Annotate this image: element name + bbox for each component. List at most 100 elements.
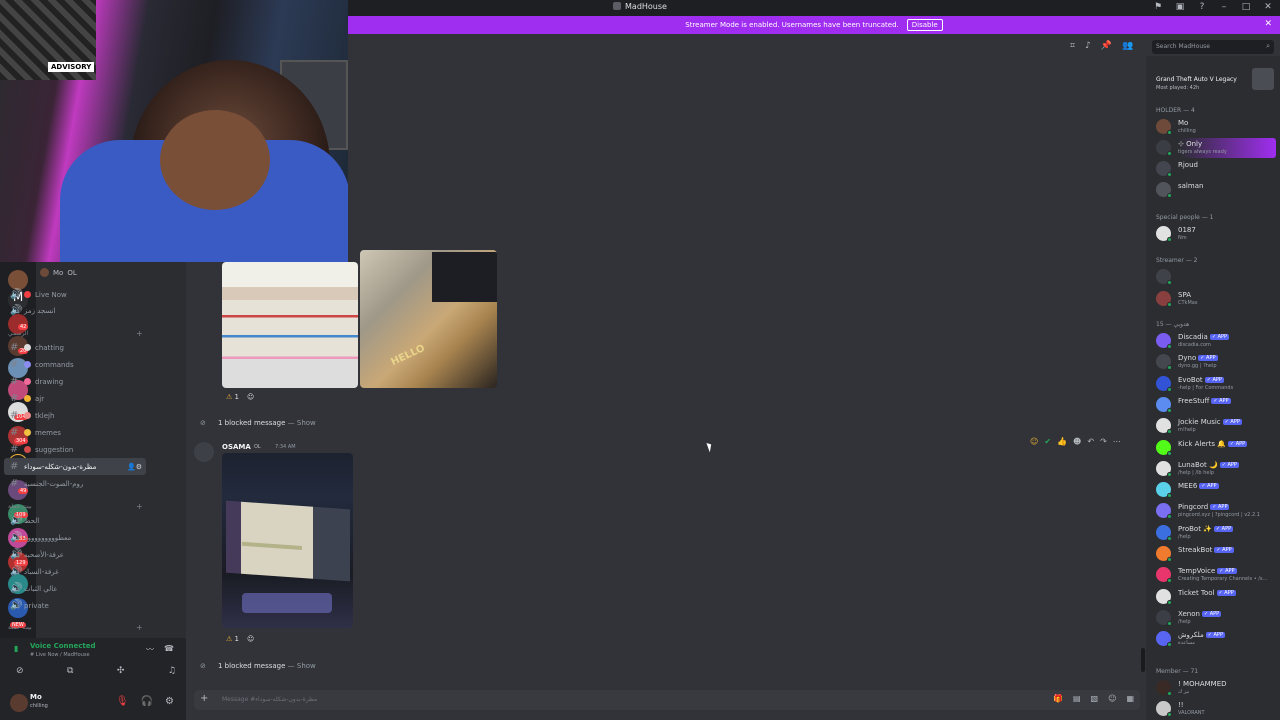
member-item[interactable]: FreeStuff ✓ APP	[1154, 395, 1276, 415]
invite-settings-icon[interactable]: 👤⚙	[127, 463, 142, 471]
noise-suppression-icon[interactable]: 〰	[146, 644, 154, 655]
chat-scrollbar[interactable]	[1141, 648, 1145, 672]
member-item[interactable]: !! VALORANT	[1154, 699, 1276, 719]
member-item[interactable]: Ticket Tool ✓ APP	[1154, 587, 1276, 607]
member-item[interactable]: Pingcord ✓ APP pingcord.xyz | ?pingcord | …	[1154, 501, 1276, 521]
member-item[interactable]: ProBot ✨ ✓ APP/help	[1154, 523, 1276, 543]
gift-icon[interactable]: 🎁	[1053, 694, 1063, 703]
mic-muted-icon[interactable]: 🎙	[116, 696, 129, 707]
channel-live-now[interactable]: 🔊 Live Now	[4, 286, 146, 303]
member-item[interactable]: ⊹ Only tigers always ready	[1154, 138, 1276, 158]
search-input[interactable]: Search MadHouse ⌕	[1152, 40, 1274, 54]
camera-off-icon[interactable]: ⊘	[16, 666, 24, 676]
headphones-muted-icon[interactable]: 🎧	[141, 696, 153, 707]
add-reaction-icon[interactable]: ☺	[247, 635, 254, 643]
activity-card[interactable]: Grand Theft Auto V Legacy Most played: 4…	[1150, 64, 1276, 100]
mute-icon[interactable]: ♪	[1085, 41, 1091, 51]
minimize-icon[interactable]: –	[1218, 2, 1230, 12]
member-item[interactable]: EvoBot ✓ APP -help | For Commands	[1154, 374, 1276, 394]
reaction-pill[interactable]: ⚠ 1	[226, 635, 239, 643]
message-author[interactable]: OSAMA	[222, 443, 251, 451]
show-blocked-button[interactable]: Show	[297, 662, 316, 670]
gif-icon[interactable]: ▤	[1073, 694, 1081, 703]
channel-voice[interactable]: 🔊 عالي الثبات	[4, 580, 146, 597]
inbox-icon[interactable]: ⚑	[1152, 2, 1164, 12]
message-composer[interactable]: + Message #مظرة-بدون-شكله-سوداء 🎁 ▤ ▧ ☺ …	[194, 690, 1140, 710]
reaction-pill[interactable]: ⚠ 1	[226, 393, 239, 401]
image-attachment-box[interactable]: HELLO	[360, 250, 497, 388]
show-blocked-button[interactable]: Show	[297, 419, 316, 427]
member-item[interactable]	[1154, 267, 1276, 287]
add-channel-icon[interactable]: +	[136, 623, 143, 632]
channel-voice[interactable]: 🔊 معطوووووووووه	[4, 529, 146, 546]
avatar[interactable]	[10, 694, 28, 712]
channel-chatting[interactable]: # chatting	[4, 339, 146, 356]
member-item[interactable]: Dyno ✓ APP dyno.gg | ?help	[1154, 352, 1276, 372]
react-emoji-icon[interactable]: ☺	[1030, 437, 1038, 446]
channel-category[interactable]: بيت حملة +	[8, 502, 143, 511]
add-reaction-icon[interactable]: ☺	[247, 393, 254, 401]
member-item[interactable]: 0187 Nm	[1154, 224, 1276, 244]
channel-private[interactable]: 🔊 private	[4, 597, 146, 614]
gear-icon[interactable]: ⚙	[165, 696, 174, 707]
thumbs-up-icon[interactable]: 👍	[1057, 437, 1067, 446]
pin-icon[interactable]: 📌	[1101, 41, 1112, 51]
user-name[interactable]: Mo	[30, 693, 42, 701]
screen-icon[interactable]: ▣	[1174, 2, 1186, 12]
reply-icon[interactable]: ↶	[1087, 437, 1094, 446]
close-window-icon[interactable]: ✕	[1262, 2, 1274, 12]
sticker-icon[interactable]: ▧	[1091, 694, 1099, 703]
top-user[interactable]: Mo OL	[40, 268, 77, 277]
member-item[interactable]: LunaBot 🌙 ✓ APP/help | /lb help	[1154, 459, 1276, 479]
channel-suggestion[interactable]: # suggestion	[4, 441, 146, 458]
soundboard-icon[interactable]: ♫	[168, 666, 176, 676]
disconnect-icon[interactable]: ☎	[164, 644, 174, 653]
member-item[interactable]: Jockie Music ✓ APP m!help	[1154, 416, 1276, 436]
member-item[interactable]: Discadia ✓ APP discadia.com	[1154, 331, 1276, 351]
member-item[interactable]: StreakBot ✓ APP	[1154, 544, 1276, 564]
forward-icon[interactable]: ↷	[1100, 437, 1107, 446]
channel-active[interactable]: # مظرة-بدون-شكله-سوداء 👤⚙	[4, 458, 146, 475]
channel-category[interactable]: بيت حملة +	[8, 623, 143, 632]
member-item[interactable]: SPA CTkMas	[1154, 289, 1276, 309]
more-icon[interactable]: ⋯	[1113, 437, 1121, 446]
emoji-icon[interactable]: ☺	[1108, 694, 1116, 703]
disable-button[interactable]: Disable	[906, 19, 943, 31]
channel-voice[interactable]: 🔊 عرفة-الأصحبه	[4, 546, 146, 563]
member-item[interactable]: Mo chilling	[1154, 117, 1276, 137]
upload-plus-icon[interactable]: +	[200, 693, 208, 704]
member-item[interactable]: Rjoud	[1154, 159, 1276, 179]
channel-voice[interactable]: 🔊 الحظ	[4, 512, 146, 529]
channel-voice[interactable]: 🔊 غرفة-السباد	[4, 563, 146, 580]
channel-drawing[interactable]: # drawing	[4, 373, 146, 390]
add-channel-icon[interactable]: +	[136, 329, 143, 338]
maximize-icon[interactable]: □	[1240, 2, 1252, 12]
voice-status[interactable]: Voice Connected	[30, 642, 96, 650]
help-icon[interactable]: ?	[1196, 2, 1208, 12]
channel-voice[interactable]: 🔊 انسجد زمز	[4, 302, 146, 319]
screen-share-icon[interactable]: ⧉	[67, 666, 73, 676]
members-icon[interactable]: 👥	[1122, 41, 1133, 51]
channel-tklejh[interactable]: # tklejh	[4, 407, 146, 424]
member-item[interactable]: Xenon ✓ APP/help	[1154, 608, 1276, 628]
member-item[interactable]: Kick Alerts 🔔 ✓ APP	[1154, 438, 1276, 458]
member-item[interactable]: ملكروش ✓ APP مساعدة	[1154, 629, 1276, 649]
check-emoji-icon[interactable]: ✔	[1044, 437, 1051, 446]
channel-text[interactable]: # روم-الصوت-الجنسبة	[4, 475, 146, 492]
author-avatar[interactable]	[194, 442, 214, 462]
voice-channel[interactable]: # Live Now / MadHouse	[30, 652, 90, 658]
close-banner-icon[interactable]: ✕	[1264, 19, 1272, 29]
member-item[interactable]: ! MOHAMMED نيز ك	[1154, 678, 1276, 698]
member-item[interactable]: salman	[1154, 180, 1276, 200]
add-reaction-tool-icon[interactable]: ☻	[1073, 437, 1081, 446]
image-attachment-monitor[interactable]	[222, 453, 353, 628]
threads-icon[interactable]: ⌗	[1070, 41, 1075, 51]
activities-icon[interactable]: ✣	[117, 666, 125, 676]
image-attachment-shelves[interactable]	[222, 262, 358, 388]
member-item[interactable]: MEE6 ✓ APP	[1154, 480, 1276, 500]
channel-commands[interactable]: # commands	[4, 356, 146, 373]
channel-category[interactable]: الرسمي +	[8, 329, 143, 338]
add-channel-icon[interactable]: +	[136, 502, 143, 511]
channel-memes[interactable]: # memes	[4, 424, 146, 441]
channel-ajr[interactable]: # ajr	[4, 390, 146, 407]
